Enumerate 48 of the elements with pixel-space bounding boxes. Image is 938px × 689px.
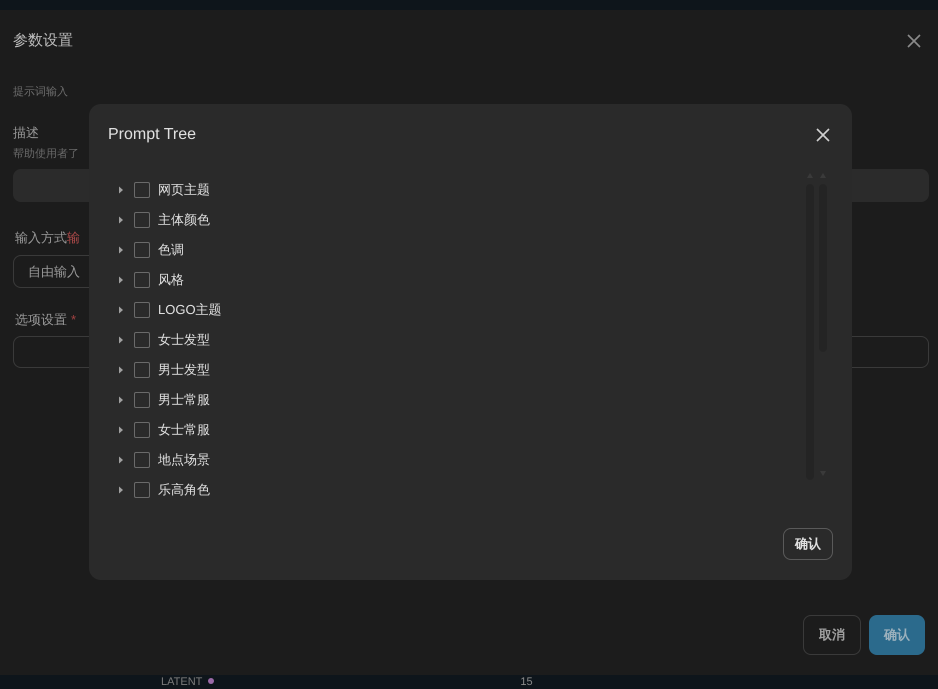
caret-icon[interactable] — [118, 486, 124, 494]
tree-checkbox[interactable] — [134, 272, 150, 288]
close-icon[interactable] — [907, 34, 921, 48]
tree-item-label[interactable]: 网页主题 — [158, 180, 210, 200]
tree-checkbox[interactable] — [134, 392, 150, 408]
output-label: 输 — [67, 228, 80, 246]
tree-checkbox[interactable] — [134, 212, 150, 228]
caret-icon[interactable] — [118, 366, 124, 374]
tree-item-label[interactable]: 男士常服 — [158, 390, 210, 410]
tree-checkbox[interactable] — [134, 332, 150, 348]
caret-icon[interactable] — [118, 426, 124, 434]
section-label: 提示词输入 — [13, 85, 68, 100]
caret-icon[interactable] — [118, 186, 124, 194]
tree-checkbox[interactable] — [134, 422, 150, 438]
tree-checkbox[interactable] — [134, 182, 150, 198]
tree-item-label[interactable]: 乐高角色 — [158, 480, 210, 500]
caret-icon[interactable] — [118, 246, 124, 254]
required-mark: * — [71, 311, 76, 329]
tree-checkbox[interactable] — [134, 242, 150, 258]
caret-icon[interactable] — [118, 396, 124, 404]
caret-icon[interactable] — [118, 216, 124, 224]
node-value: 15 — [520, 675, 533, 689]
field-hint: 帮助使用者了 — [13, 147, 79, 162]
tree-item-label[interactable]: 色调 — [158, 240, 184, 260]
tree-checkbox[interactable] — [134, 302, 150, 318]
close-icon[interactable] — [816, 128, 830, 142]
tree-item-label[interactable]: 男士发型 — [158, 360, 210, 380]
tree-item-label[interactable]: 风格 — [158, 270, 184, 290]
field-label: 选项设置 — [15, 311, 67, 329]
confirm-button[interactable]: 确认 — [783, 528, 833, 560]
caret-icon[interactable] — [118, 306, 124, 314]
field-label: 描述 — [13, 124, 39, 142]
tree-checkbox[interactable] — [134, 452, 150, 468]
caret-icon[interactable] — [118, 336, 124, 344]
cancel-button[interactable]: 取消 — [803, 615, 861, 655]
tree-item-label[interactable]: 女士发型 — [158, 330, 210, 350]
dialog-title: 参数设置 — [13, 30, 73, 51]
tree-checkbox[interactable] — [134, 362, 150, 378]
modal-title: Prompt Tree — [108, 125, 196, 145]
tree-item-label[interactable]: 女士常服 — [158, 420, 210, 440]
caret-icon[interactable] — [118, 276, 124, 284]
caret-icon[interactable] — [118, 456, 124, 464]
tree-item-label[interactable]: LOGO主题 — [158, 300, 222, 320]
tree-item-label[interactable]: 主体颜色 — [158, 210, 210, 230]
tree-item-label[interactable]: 地点场景 — [158, 450, 210, 470]
field-label: 输入方式 — [15, 228, 67, 246]
tree-checkbox[interactable] — [134, 482, 150, 498]
node-label: LATENT — [161, 675, 202, 689]
